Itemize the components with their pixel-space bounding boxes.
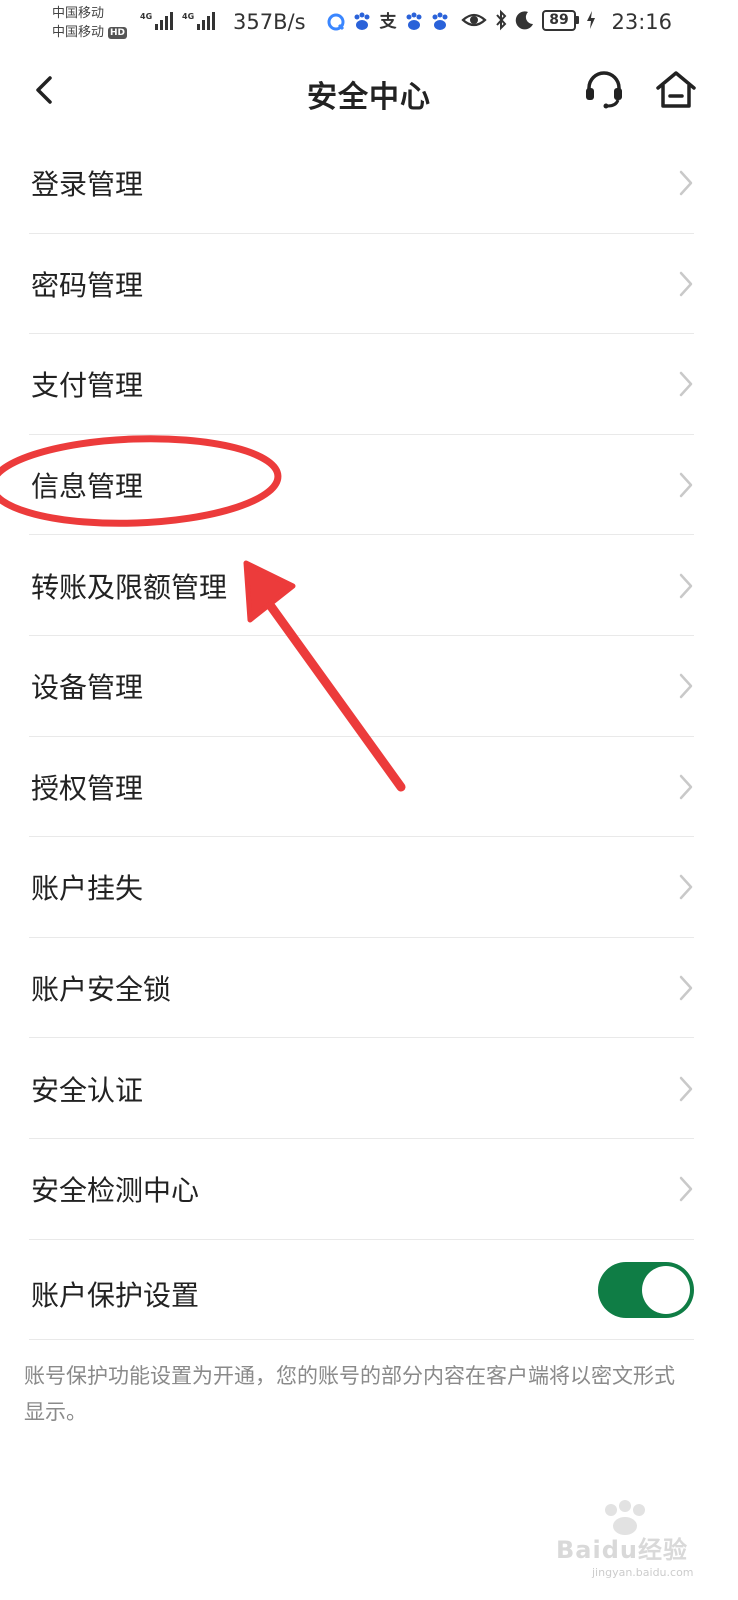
chevron-right-icon bbox=[679, 875, 693, 900]
menu-item-label: 支付管理 bbox=[31, 369, 144, 403]
baidu-paw-icon bbox=[430, 11, 450, 33]
chevron-right-icon bbox=[679, 975, 693, 1001]
eye-icon bbox=[461, 13, 487, 27]
menu-item-label: 密码管理 bbox=[31, 268, 144, 302]
menu-item-label: 账户挂失 bbox=[31, 872, 144, 906]
menu-item-label: 转账及限额管理 bbox=[31, 570, 228, 604]
carrier-info: 中国移动 中国移动 HD bbox=[52, 4, 128, 42]
chevron-right-icon bbox=[679, 1176, 693, 1202]
account-protection-row: 账户保护设置 bbox=[0, 1240, 738, 1341]
account-protection-label: 账户保护设置 bbox=[31, 1278, 200, 1312]
net-type-1: 4G bbox=[140, 12, 153, 21]
battery-level: 89 bbox=[542, 9, 576, 31]
menu-item-authorization-management[interactable]: 授权管理 bbox=[0, 737, 738, 838]
menu-item-info-management[interactable]: 信息管理 bbox=[0, 435, 738, 536]
menu-item-security-check-center[interactable]: 安全检测中心 bbox=[0, 1139, 738, 1240]
headset-icon bbox=[586, 71, 622, 109]
protection-note: 账号保护功能设置为开通，您的账号的部分内容在客户端将以密文形式显示。 bbox=[24, 1364, 675, 1424]
menu-item-payment-management[interactable]: 支付管理 bbox=[0, 334, 738, 435]
header: 安全中心 bbox=[0, 58, 738, 124]
chevron-right-icon bbox=[679, 472, 693, 498]
chevron-right-icon bbox=[679, 372, 693, 397]
alipay-icon: 支 bbox=[379, 12, 397, 32]
net-type-2: 4G bbox=[182, 12, 195, 21]
chevron-right-icon bbox=[679, 674, 693, 699]
battery-icon: 89 bbox=[542, 9, 579, 31]
chevron-right-icon bbox=[679, 1076, 693, 1101]
signal-2-icon: 4G bbox=[182, 12, 216, 30]
chevron-right-icon bbox=[679, 171, 693, 196]
menu-item-label: 账户安全锁 bbox=[31, 973, 172, 1007]
menu-item-security-authentication[interactable]: 安全认证 bbox=[0, 1038, 738, 1139]
menu-item-label: 登录管理 bbox=[31, 168, 144, 202]
home-button[interactable] bbox=[652, 66, 700, 114]
menu-item-label: 安全检测中心 bbox=[31, 1174, 200, 1208]
clock: 23:16 bbox=[611, 10, 672, 34]
watermark-url: jingyan.baidu.com bbox=[592, 1566, 694, 1579]
home-icon bbox=[656, 71, 696, 108]
network-speed: 357B/s bbox=[233, 10, 306, 34]
customer-service-button[interactable] bbox=[580, 66, 628, 114]
hd-badge: HD bbox=[108, 26, 128, 39]
menu-item-label: 信息管理 bbox=[31, 470, 144, 504]
menu-item-label: 授权管理 bbox=[31, 771, 144, 805]
menu-item-report-loss[interactable]: 账户挂失 bbox=[0, 837, 738, 938]
qq-browser-icon bbox=[326, 11, 346, 33]
menu-item-label: 设备管理 bbox=[31, 671, 144, 705]
chevron-right-icon bbox=[679, 573, 693, 598]
signal-1-icon: 4G bbox=[140, 12, 174, 30]
menu-item-label: 安全认证 bbox=[31, 1073, 144, 1107]
chevron-right-icon bbox=[679, 774, 693, 800]
moon-icon bbox=[515, 11, 533, 30]
system-icons: 89 bbox=[461, 9, 596, 31]
menu-item-device-management[interactable]: 设备管理 bbox=[0, 636, 738, 737]
menu-item-password-management[interactable]: 密码管理 bbox=[0, 234, 738, 335]
divider bbox=[29, 1339, 694, 1341]
carrier-2: 中国移动 bbox=[52, 25, 105, 40]
baidu-paw-icon bbox=[352, 11, 372, 33]
menu-item-transfer-limit-management[interactable]: 转账及限额管理 bbox=[0, 535, 738, 636]
status-bar: 中国移动 中国移动 HD 4G 4G 357B/s 支 89 23:16 bbox=[0, 0, 738, 50]
charging-icon bbox=[587, 11, 595, 29]
menu-item-login-management[interactable]: 登录管理 bbox=[0, 133, 738, 234]
toggle-knob bbox=[642, 1265, 690, 1314]
security-menu-list: 登录管理 密码管理 支付管理 信息管理 转账及限额管理 设备管理 授权管理 账户… bbox=[0, 133, 738, 1341]
bluetooth-icon bbox=[496, 9, 507, 31]
account-protection-toggle[interactable] bbox=[598, 1261, 694, 1318]
chevron-right-icon bbox=[679, 271, 693, 297]
carrier-1: 中国移动 bbox=[52, 6, 105, 21]
notification-icons: 支 bbox=[326, 11, 450, 33]
baidu-paw-icon bbox=[404, 11, 424, 33]
watermark-text: Baidu经验 bbox=[556, 1536, 688, 1564]
menu-item-account-security-lock[interactable]: 账户安全锁 bbox=[0, 938, 738, 1039]
